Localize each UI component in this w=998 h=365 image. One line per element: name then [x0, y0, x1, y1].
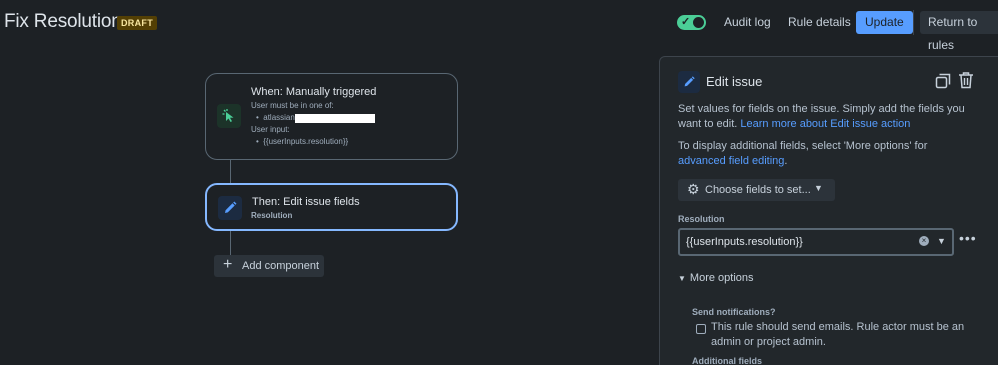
additional-fields-label: Additional fields: [692, 356, 763, 365]
panel-title: Edit issue: [706, 74, 763, 89]
more-options-label: More options: [689, 272, 754, 284]
trigger-input-label: User input:: [251, 125, 290, 134]
user-input-value: {{userInputs.resolution}}: [263, 137, 349, 146]
chevron-down-icon: ▼: [814, 183, 823, 193]
trash-icon[interactable]: [958, 71, 974, 94]
send-notifications-checkbox[interactable]: [696, 324, 706, 334]
gear-icon: ⚙: [687, 181, 700, 197]
connector-line: [230, 160, 231, 183]
pencil-icon: [218, 196, 242, 220]
edit-issue-panel: Edit issue Set values for fields on the …: [659, 56, 998, 365]
trigger-condition-label: User must be in one of:: [251, 101, 334, 110]
pencil-icon: [678, 71, 700, 93]
resolution-select[interactable]: {{userInputs.resolution}} × ▼: [678, 228, 954, 256]
return-to-rules-button[interactable]: Return to rules: [920, 11, 998, 52]
audit-log-button[interactable]: Audit log: [716, 11, 779, 34]
cursor-click-icon: [217, 104, 241, 128]
learn-more-link[interactable]: Learn more about Edit issue action: [740, 118, 910, 130]
toggle-knob: [693, 17, 704, 28]
panel-description: Set values for fields on the issue. Simp…: [678, 102, 978, 132]
advanced-field-editing-link[interactable]: advanced field editing: [678, 155, 784, 167]
trigger-title: When: Manually triggered: [251, 86, 377, 98]
rule-details-button[interactable]: Rule details: [780, 11, 859, 34]
status-badge: DRAFT: [117, 16, 157, 30]
trigger-card[interactable]: When: Manually triggered User must be in…: [205, 73, 458, 160]
group-name: atlassian: [263, 113, 295, 122]
chevron-down-icon: ▼: [678, 274, 686, 283]
resolution-label: Resolution: [678, 214, 725, 224]
send-notifications-text: This rule should send emails. Rule actor…: [711, 321, 965, 348]
action-card[interactable]: Then: Edit issue fields Resolution: [205, 183, 458, 231]
more-info-period: .: [784, 155, 788, 167]
trigger-input-item: • {{userInputs.resolution}}: [256, 137, 349, 146]
chevron-down-icon[interactable]: ▼: [937, 236, 946, 246]
action-title: Then: Edit issue fields: [252, 196, 360, 208]
more-info-prefix: To display additional fields, select 'Mo…: [678, 140, 928, 152]
redacted-block: [295, 114, 375, 123]
resolution-value: {{userInputs.resolution}}: [686, 236, 803, 248]
trigger-group-item: • atlassian: [256, 113, 295, 122]
more-options-toggle[interactable]: ▼ More options: [678, 272, 754, 284]
check-icon: ✓: [681, 16, 691, 28]
add-component-button[interactable]: + Add component: [214, 255, 324, 277]
header-divider: [913, 10, 914, 35]
choose-fields-button[interactable]: ⚙ Choose fields to set... ▼: [678, 179, 835, 201]
copy-icon[interactable]: [935, 73, 951, 94]
connector-line: [230, 231, 231, 255]
page-title: Fix Resolution: [4, 11, 122, 32]
send-notifications-label: Send notifications?: [692, 307, 776, 317]
clear-icon[interactable]: ×: [919, 236, 929, 246]
rule-enabled-toggle[interactable]: ✓: [677, 15, 706, 30]
plus-icon: +: [223, 256, 233, 273]
more-actions-icon[interactable]: •••: [959, 230, 977, 246]
action-subtitle: Resolution: [251, 211, 293, 220]
update-button[interactable]: Update: [856, 11, 913, 34]
more-info-text: To display additional fields, select 'Mo…: [678, 139, 978, 169]
choose-fields-label: Choose fields to set...: [705, 184, 811, 196]
add-component-label: Add component: [242, 260, 320, 272]
